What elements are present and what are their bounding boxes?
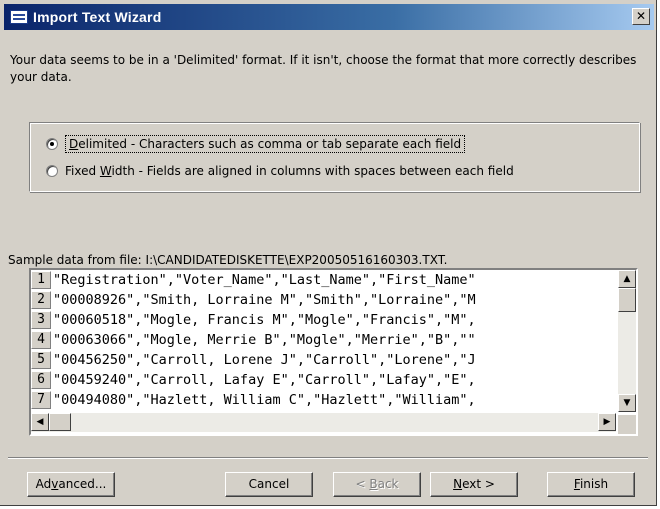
table-row: 4 "00063066","Mogle, Merrie B","Mogle","M… (31, 330, 616, 350)
row-text: "00060518","Mogle, Francis M","Mogle","F… (53, 312, 476, 328)
sample-data-label: Sample data from file: I:\CANDIDATEDISKE… (8, 253, 448, 267)
right-arrow-icon[interactable]: ▶ (598, 413, 616, 431)
format-options-group: Delimited - Characters such as comma or … (29, 122, 640, 192)
row-number: 2 (31, 291, 51, 309)
row-number: 7 (31, 391, 51, 409)
row-text: "00494080","Hazlett, William C","Hazlett… (53, 392, 476, 408)
row-text: "00008926","Smith, Lorraine M","Smith","… (53, 292, 476, 308)
table-row: 7 "00494080","Hazlett, William C","Hazlet… (31, 390, 616, 410)
delimited-label: Delimited - Characters such as comma or … (65, 135, 466, 153)
row-text: "00459240","Carroll, Lafay E","Carroll",… (53, 372, 476, 388)
fixed-width-radio[interactable] (46, 165, 58, 177)
horizontal-scroll-thumb[interactable] (49, 413, 71, 431)
advanced-button[interactable]: Advanced... (27, 472, 115, 497)
row-number: 3 (31, 311, 51, 329)
row-number: 4 (31, 331, 51, 349)
vertical-scrollbar[interactable]: ▲ ▼ (618, 270, 636, 412)
row-number: 5 (31, 351, 51, 369)
scrollbar-corner (618, 415, 636, 434)
cancel-button[interactable]: Cancel (225, 472, 313, 497)
table-row: 3 "00060518","Mogle, Francis M","Mogle","… (31, 310, 616, 330)
app-table-icon (10, 10, 28, 24)
table-row: 2 "00008926","Smith, Lorraine M","Smith",… (31, 290, 616, 310)
table-row: 1 "Registration","Voter_Name","Last_Name"… (31, 270, 616, 290)
title-bar[interactable]: Import Text Wizard ✕ (4, 4, 654, 30)
dialog-title: Import Text Wizard (33, 9, 162, 25)
close-button[interactable]: ✕ (632, 8, 650, 25)
row-text: "00456250","Carroll, Lorene J","Carroll"… (53, 352, 476, 368)
delimited-radio[interactable] (46, 138, 58, 150)
down-arrow-icon[interactable]: ▼ (618, 394, 636, 412)
sample-data-preview[interactable]: 1 "Registration","Voter_Name","Last_Name"… (29, 268, 638, 436)
row-number: 6 (31, 371, 51, 389)
table-row: 5 "00456250","Carroll, Lorene J","Carroll… (31, 350, 616, 370)
left-arrow-icon[interactable]: ◀ (31, 413, 49, 431)
row-number: 1 (31, 271, 51, 289)
row-text: "00063066","Mogle, Merrie B","Mogle","Me… (53, 332, 476, 348)
button-separator (8, 457, 648, 459)
vertical-scroll-thumb[interactable] (618, 288, 636, 312)
next-button[interactable]: Next > (430, 472, 518, 497)
fixed-width-option[interactable]: Fixed Width - Fields are aligned in colu… (46, 163, 518, 179)
up-arrow-icon[interactable]: ▲ (618, 270, 636, 288)
finish-button[interactable]: Finish (547, 472, 635, 497)
row-text: "Registration","Voter_Name","Last_Name",… (53, 272, 476, 288)
back-button[interactable]: < Back (333, 472, 421, 497)
intro-text: Your data seems to be in a 'Delimited' f… (10, 53, 637, 84)
preview-rows: 1 "Registration","Voter_Name","Last_Name"… (31, 270, 616, 412)
fixed-width-label: Fixed Width - Fields are aligned in colu… (65, 164, 514, 178)
horizontal-scrollbar[interactable]: ◀ ▶ (31, 413, 616, 432)
delimited-option[interactable]: Delimited - Characters such as comma or … (46, 135, 466, 153)
table-row: 6 "00459240","Carroll, Lafay E","Carroll"… (31, 370, 616, 390)
